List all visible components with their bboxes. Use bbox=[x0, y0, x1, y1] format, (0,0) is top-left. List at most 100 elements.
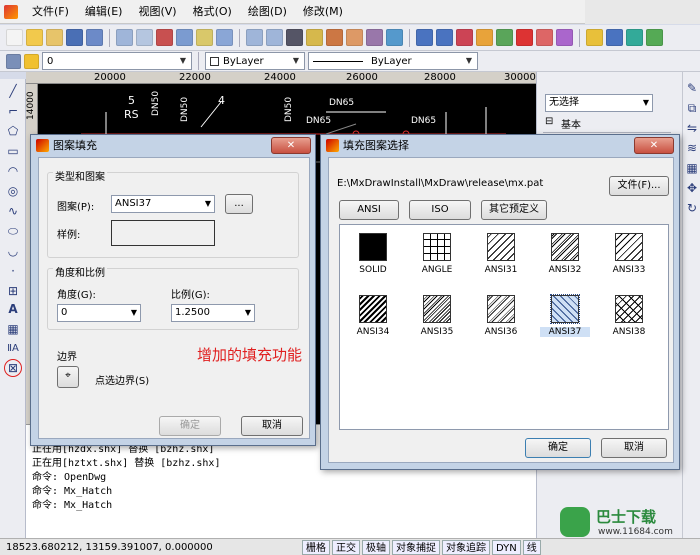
pattern-ansi38[interactable]: ANSI38 bbox=[604, 295, 654, 355]
pattern-cancel-button[interactable]: 取消 bbox=[601, 438, 667, 458]
pattern-ansi35[interactable]: ANSI35 bbox=[412, 295, 462, 355]
pattern-ok-button[interactable]: 确定 bbox=[525, 438, 591, 458]
insert-block-icon[interactable]: ⊞ bbox=[5, 283, 21, 299]
new-icon[interactable] bbox=[6, 29, 23, 46]
move-icon[interactable] bbox=[286, 29, 303, 46]
redo-icon[interactable] bbox=[436, 29, 453, 46]
undo-icon[interactable] bbox=[416, 29, 433, 46]
close-icon[interactable]: ✕ bbox=[271, 137, 311, 154]
layers-icon[interactable] bbox=[6, 53, 21, 69]
ruler-tick: 20000 bbox=[94, 72, 126, 83]
line-icon[interactable]: ╱ bbox=[5, 83, 21, 99]
hatch-cancel-button[interactable]: 取消 bbox=[241, 416, 303, 436]
menu-format[interactable]: 格式(O) bbox=[185, 0, 240, 24]
offset-icon[interactable]: ≋ bbox=[684, 140, 700, 156]
online-icon[interactable] bbox=[646, 29, 663, 46]
block-icon[interactable] bbox=[606, 29, 623, 46]
close-icon[interactable]: ✕ bbox=[634, 137, 674, 154]
circle-icon[interactable]: ◎ bbox=[5, 183, 21, 199]
ortho-toggle[interactable]: 正交 bbox=[332, 539, 360, 555]
properties-icon[interactable] bbox=[216, 29, 233, 46]
arc-icon[interactable]: ◠ bbox=[5, 163, 21, 179]
menu-modify[interactable]: 修改(M) bbox=[295, 0, 351, 24]
angle-select[interactable]: 0 ▼ bbox=[57, 304, 141, 322]
grid-toggle[interactable]: 栅格 bbox=[302, 539, 330, 555]
tab-ansi[interactable]: ANSI bbox=[339, 200, 399, 220]
chat-icon[interactable] bbox=[626, 29, 643, 46]
menu-edit[interactable]: 编辑(E) bbox=[77, 0, 131, 24]
color-select[interactable]: ByLayer ▼ bbox=[205, 52, 305, 70]
export-icon[interactable] bbox=[536, 29, 553, 46]
ellipse-icon[interactable]: ⬭ bbox=[5, 223, 21, 239]
pattern-ansi31[interactable]: ANSI31 bbox=[476, 233, 526, 293]
pencil-icon[interactable] bbox=[306, 29, 323, 46]
zoom-icon[interactable] bbox=[116, 29, 133, 46]
mirror-icon[interactable]: ⇋ bbox=[684, 120, 700, 136]
menu-draw[interactable]: 绘图(D) bbox=[240, 0, 295, 24]
selection-select[interactable]: 无选择 ▼ bbox=[545, 94, 653, 112]
cut-icon[interactable] bbox=[456, 29, 473, 46]
help-icon[interactable] bbox=[556, 29, 573, 46]
mtext-icon[interactable]: ⅡA bbox=[5, 341, 21, 357]
spline-icon[interactable]: ∿ bbox=[5, 203, 21, 219]
command-line: 命令: Mx_Hatch bbox=[32, 486, 113, 497]
move-icon[interactable]: ✥ bbox=[684, 180, 700, 196]
zoom-in-icon[interactable] bbox=[246, 29, 263, 46]
note-icon[interactable] bbox=[586, 29, 603, 46]
point-icon[interactable]: · bbox=[5, 263, 21, 279]
erase-icon[interactable]: ✎ bbox=[684, 80, 700, 96]
pattern-ansi36[interactable]: ANSI36 bbox=[476, 295, 526, 355]
ellipse-arc-icon[interactable]: ◡ bbox=[5, 243, 21, 259]
section-toggle-icon[interactable]: ⊟ bbox=[545, 116, 553, 127]
zoom-out-icon[interactable] bbox=[266, 29, 283, 46]
rotate-icon[interactable]: ↻ bbox=[684, 200, 700, 216]
measure-icon[interactable] bbox=[176, 29, 193, 46]
pattern-select[interactable]: ANSI37 ▼ bbox=[111, 195, 215, 213]
open-icon[interactable] bbox=[26, 29, 43, 46]
menu-view[interactable]: 视图(V) bbox=[130, 0, 184, 24]
open-folder-icon[interactable] bbox=[46, 29, 63, 46]
rectangle-icon[interactable]: ▭ bbox=[5, 143, 21, 159]
pattern-ansi32[interactable]: ANSI32 bbox=[540, 233, 590, 293]
pattern-ansi37[interactable]: ANSI37 bbox=[540, 294, 590, 355]
file-button[interactable]: 文件(F)... bbox=[609, 176, 669, 196]
zoom-window-icon[interactable] bbox=[136, 29, 153, 46]
scale-select[interactable]: 1.2500 ▼ bbox=[171, 304, 255, 322]
polygon-icon[interactable]: ⬠ bbox=[5, 123, 21, 139]
pattern-ansi34[interactable]: ANSI34 bbox=[348, 295, 398, 355]
color-icon[interactable] bbox=[326, 29, 343, 46]
linetype-select[interactable]: ByLayer ▼ bbox=[308, 52, 478, 70]
osnap-toggle[interactable]: 对象捕捉 bbox=[392, 539, 440, 555]
layer-icon[interactable] bbox=[366, 29, 383, 46]
text-icon[interactable] bbox=[386, 29, 403, 46]
browse-pattern-button[interactable]: ... bbox=[225, 194, 253, 214]
pattern-ansi33[interactable]: ANSI33 bbox=[604, 233, 654, 293]
dyn-toggle[interactable]: DYN bbox=[492, 539, 521, 555]
pan-icon[interactable] bbox=[156, 29, 173, 46]
polar-toggle[interactable]: 极轴 bbox=[362, 539, 390, 555]
array-icon[interactable]: ▦ bbox=[684, 160, 700, 176]
table-icon[interactable]: ▦ bbox=[5, 321, 21, 337]
menu-file[interactable]: 文件(F) bbox=[24, 0, 77, 24]
globe-icon[interactable] bbox=[496, 29, 513, 46]
lineweight-toggle[interactable]: 线 bbox=[522, 539, 541, 555]
bulb-icon[interactable] bbox=[196, 29, 213, 46]
pdf-icon[interactable] bbox=[516, 29, 533, 46]
match-icon[interactable] bbox=[346, 29, 363, 46]
pattern-solid[interactable]: SOLID bbox=[348, 233, 398, 293]
otrack-toggle[interactable]: 对象追踪 bbox=[442, 539, 490, 555]
save-icon[interactable] bbox=[66, 29, 83, 46]
copy-icon[interactable]: ⧉ bbox=[684, 100, 700, 116]
tab-other-predefined[interactable]: 其它预定义 bbox=[481, 200, 547, 220]
tab-iso[interactable]: ISO bbox=[409, 200, 471, 220]
pick-points-icon[interactable]: ⌖ bbox=[57, 366, 79, 388]
polyline-icon[interactable]: ⌐ bbox=[5, 103, 21, 119]
hatch-icon[interactable]: ⊠ bbox=[4, 359, 22, 377]
print-icon[interactable] bbox=[86, 29, 103, 46]
text-icon[interactable]: A bbox=[5, 301, 21, 317]
render-icon[interactable] bbox=[476, 29, 493, 46]
layer-select[interactable]: 0 ▼ bbox=[42, 52, 192, 70]
pattern-angle[interactable]: ANGLE bbox=[412, 233, 462, 293]
layer-state-icon[interactable] bbox=[24, 53, 39, 69]
hatch-ok-button[interactable]: 确定 bbox=[159, 416, 221, 436]
